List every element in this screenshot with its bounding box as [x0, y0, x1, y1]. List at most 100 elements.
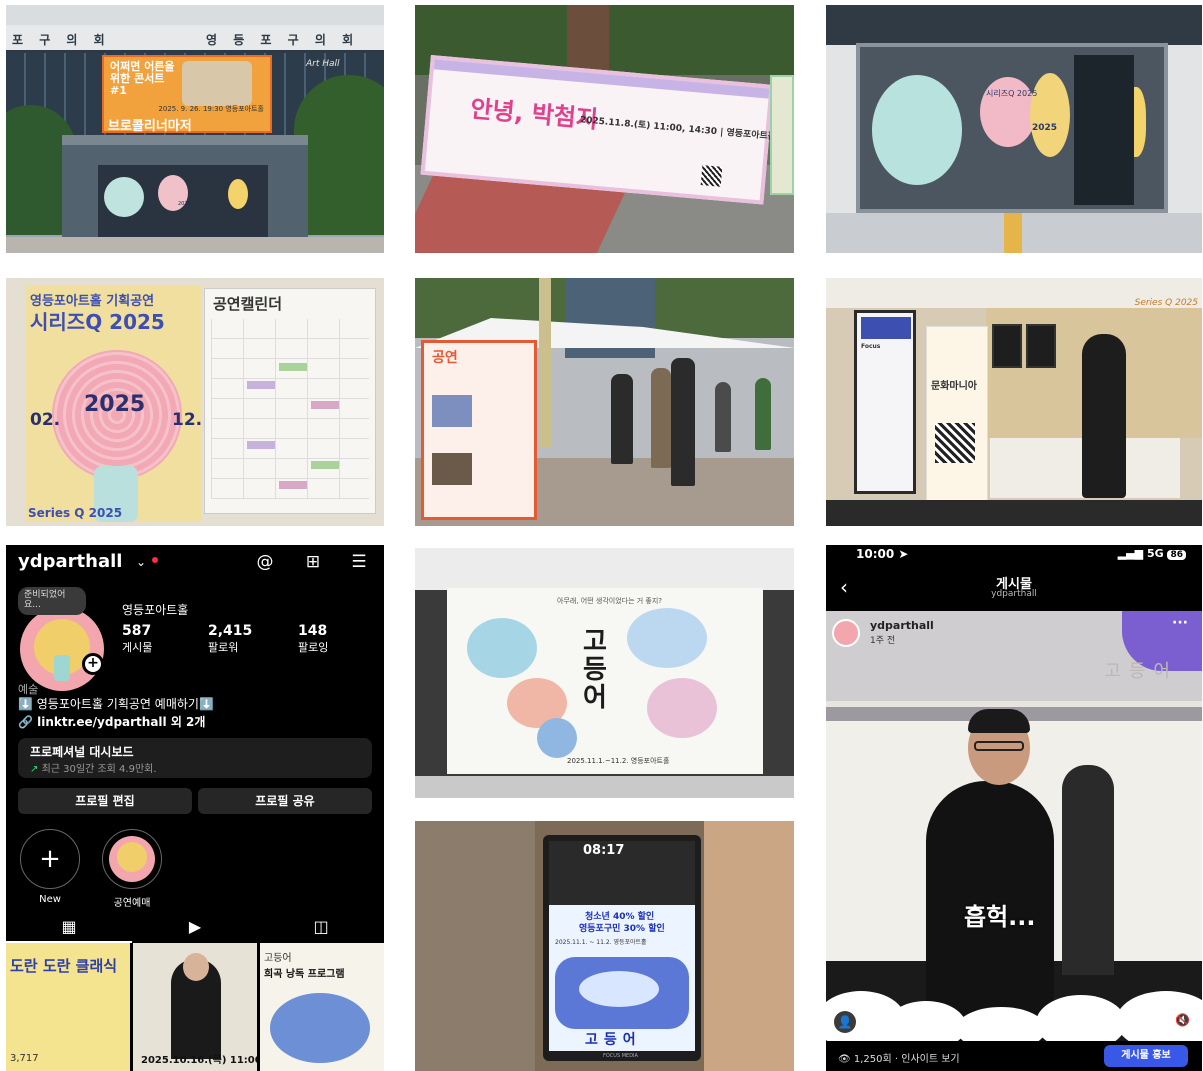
note-bubble[interactable]: 준비되었어요... [18, 587, 86, 615]
stat-label: 게시물 [122, 641, 153, 654]
reels-tab-icon[interactable]: ▶ [132, 913, 258, 943]
more-options-icon[interactable]: ··· [1172, 615, 1188, 631]
art-hall-sign: Art Hall [306, 59, 340, 69]
profile-link[interactable]: 🔗 linktr.ee/ydparthall 외 2개 [18, 713, 205, 730]
concert-banner: 어쩌면 어른을 위한 콘서트 #1 2025. 9. 26. 19:30 영등포… [102, 55, 272, 134]
menu-icon[interactable]: ☰ [348, 551, 370, 573]
poster-series-title: 시리즈Q 2025 [30, 310, 165, 334]
poster-month-end: 12. [172, 410, 203, 430]
series-q-poster: 영등포아트홀 기획공연 시리즈Q 2025 2025 02. 12. Serie… [26, 286, 203, 522]
poster-question: 아무래, 어떤 생각이었다는 거 좋지? [557, 597, 663, 605]
profile-handle[interactable]: ydparthall [18, 551, 122, 572]
entrance-door: 2025 [98, 165, 268, 241]
add-story-icon[interactable]: + [82, 653, 104, 675]
add-post-icon[interactable]: ⊞ [302, 551, 324, 573]
signage-brand: FOCUS MEDIA [603, 1053, 638, 1059]
profile-tabs: ▦ ▶ ◫ [6, 913, 384, 943]
photo-street-banner: 안녕, 박첨지 2025.11.8.(토) 11:00, 14:30 | 영등포… [415, 5, 794, 253]
signage-date: 2025.11.1. ~ 11.2. 영등포아트홀 [555, 939, 647, 946]
plus-icon: + [39, 844, 61, 874]
wall-sign: Series Q 2025 [1134, 298, 1198, 308]
chevron-down-icon[interactable]: ⌄ [136, 555, 146, 569]
signal-icon: ▂▄▆ [1117, 547, 1144, 560]
status-time: 10:00 ➤ [856, 547, 908, 561]
eye-icon: 👁 [838, 1054, 851, 1065]
notification-dot [152, 557, 158, 563]
post-thumbnail[interactable]: 도란 도란 클래식 3,717 [6, 943, 130, 1071]
promote-post-button[interactable]: 게시물 홍보 [1104, 1045, 1188, 1067]
stat-value: 587 [122, 623, 152, 639]
threads-icon[interactable]: @ [254, 551, 276, 573]
council-sign-right: 영 등 포 구 의 회 [206, 33, 360, 47]
highlight-new[interactable]: + New [20, 829, 80, 905]
fish-illustration [270, 993, 370, 1063]
performance-banner: 공연 [421, 340, 537, 520]
instagram-profile-screenshot: ydparthall ⌄ @ ⊞ ☰ 준비되었어요... + 영등포아트홀 58… [6, 545, 384, 1071]
qr-code-icon [935, 423, 975, 463]
tagged-user-icon[interactable]: 👤 [834, 1011, 856, 1033]
poster-date: 2025.11.1.~11.2. 영등포아트홀 [567, 757, 670, 765]
calendar-title: 공연캘린더 [213, 295, 283, 313]
avatar[interactable] [832, 619, 860, 647]
glass-door-frame: 시리즈Q 2025 2025 [856, 43, 1168, 213]
council-sign: 포 구 의 회 영 등 포 구 의 회 [6, 25, 384, 53]
poster-title: 고등어 [583, 627, 607, 713]
author-name[interactable]: ydparthall [870, 619, 934, 632]
share-profile-button[interactable]: 프로필 공유 [198, 788, 372, 814]
door-label: 2025 [178, 201, 191, 207]
page-subtitle: ydparthall [991, 589, 1037, 599]
post-title: 고등어 [264, 953, 292, 964]
reel-video[interactable]: 고등어 흡헉... [826, 611, 1202, 1041]
poster-month-start: 02. [30, 410, 61, 430]
resident-discount: 영등포구민 30% 할인 [579, 924, 665, 934]
photo-indoor-booth: Series Q 2025 Focus 문화마니아 [826, 278, 1202, 526]
post-subtitle: 희곡 낭독 프로그램 [264, 969, 345, 980]
post-thumbnail[interactable]: 2025.10.16.(목) 11:00 [133, 943, 257, 1071]
dashboard-subtitle-text: 최근 30일간 조회 4.9만회. [41, 764, 157, 775]
stat-label: 팔로잉 [298, 641, 329, 654]
council-sign-left: 포 구 의 회 [12, 33, 111, 47]
stat-value: 2,415 [208, 623, 253, 639]
highlight-label: 공연예매 [113, 898, 151, 909]
followers-count[interactable]: 2,415 팔로워 [208, 623, 252, 655]
trend-up-icon: ↗ [30, 764, 39, 775]
photo-building-exterior: 포 구 의 회 영 등 포 구 의 회 어쩌면 어른을 위한 콘서트 #1 20… [6, 5, 384, 253]
performance-banner-title: 공연 [432, 350, 458, 366]
post-title: 도란 도란 클래식 [10, 957, 118, 975]
mute-icon[interactable]: 🔇 [1175, 1013, 1190, 1027]
signage-clock: 08:17 [583, 843, 625, 858]
highlight-booking[interactable]: 공연예매 [102, 829, 162, 909]
grid-tab-icon[interactable]: ▦ [6, 913, 132, 943]
dashboard-subtitle: ↗ 최근 30일간 조회 4.9만회. [30, 760, 157, 775]
back-arrow-icon[interactable]: ‹ [840, 575, 848, 599]
view-insights-text[interactable]: 1,250회 · 인사이트 보기 [854, 1054, 960, 1065]
culture-mania-title: 문화마니아 [931, 381, 977, 392]
posts-count[interactable]: 587 게시물 [122, 623, 152, 655]
status-network: ▂▄▆ 5G 86 [1118, 547, 1186, 560]
focus-standee: Focus [854, 310, 916, 494]
status-time-text: 10:00 [856, 547, 895, 561]
tagged-tab-icon[interactable]: ◫ [258, 913, 384, 943]
battery-icon: 86 [1167, 550, 1186, 560]
dashboard-title: 프로페셔널 대시보드 [30, 745, 134, 759]
following-count[interactable]: 148 팔로잉 [298, 623, 328, 655]
poster-footer: Series Q 2025 [28, 506, 123, 520]
edit-profile-button[interactable]: 프로필 편집 [18, 788, 192, 814]
avatar[interactable] [20, 607, 104, 691]
poster-year: 2025 [84, 392, 146, 417]
profile-link-text[interactable]: linktr.ee/ydparthall 외 2개 [37, 715, 205, 729]
professional-dashboard[interactable]: 프로페셔널 대시보드 ↗ 최근 30일간 조회 4.9만회. [18, 738, 372, 778]
performance-calendar: 공연캘린더 [204, 288, 376, 514]
door-year-text: 2025 [1032, 123, 1058, 133]
photo-mackerel-poster: 아무래, 어떤 생각이었다는 거 좋지? 고등어 2025.11.1.~11.2… [415, 548, 794, 798]
photo-glass-doors: 시리즈Q 2025 2025 [826, 5, 1202, 253]
stat-value: 148 [298, 623, 328, 639]
concert-banner-info: 2025. 9. 26. 19:30 영등포아트홀 [158, 105, 264, 113]
concert-banner-title: 브로콜리너마저 [108, 119, 192, 134]
backdrop-text: 고등어 [1104, 661, 1178, 682]
post-thumbnail[interactable]: 고등어 희곡 낭독 프로그램 [260, 943, 384, 1071]
photo-series-poster: 영등포아트홀 기획공연 시리즈Q 2025 2025 02. 12. Serie… [6, 278, 384, 526]
view-insights[interactable]: 👁 1,250회 · 인사이트 보기 [838, 1050, 960, 1065]
instagram-post-screenshot: 10:00 ➤ ▂▄▆ 5G 86 게시물 ydparthall ‹ 고등어 흡… [826, 545, 1202, 1071]
post-date: 2025.10.16.(목) 11:00 [141, 1055, 257, 1066]
